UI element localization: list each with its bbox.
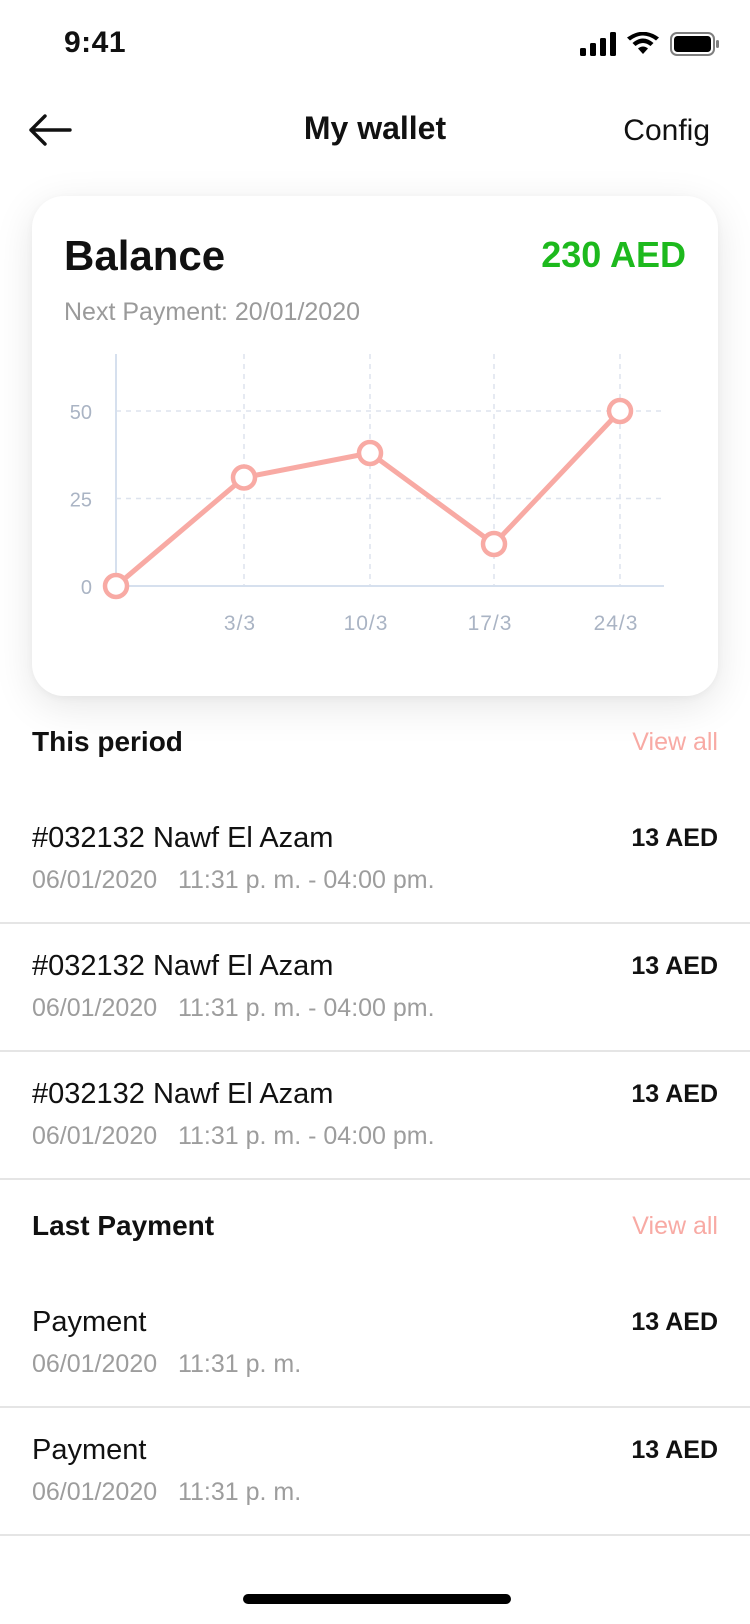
this-period-view-all-link[interactable]: View all [632, 728, 718, 757]
chart-y-tick-label: 0 [81, 577, 92, 599]
chart-data-point [230, 464, 258, 491]
balance-chart: 0 25 50 3/3 10/3 17/3 24/3 [70, 354, 664, 635]
transaction-row[interactable]: #032132 Nawf El Azam 06/01/2020 11:31 p.… [0, 1052, 750, 1180]
status-time: 9:41 [64, 26, 127, 59]
transaction-title: #032132 Nawf El Azam [32, 950, 334, 982]
chart-data-point [480, 530, 508, 558]
config-button[interactable]: Config [623, 114, 710, 148]
chart-y-tick-label: 50 [70, 402, 92, 424]
transaction-time: 06/01/2020 11:31 p. m. - 04:00 pm. [32, 866, 435, 894]
status-icons [580, 31, 720, 61]
this-period-title: This period [32, 726, 183, 757]
payment-amount: 13 AED [631, 1308, 718, 1336]
chart-x-tick-label: 17/3 [468, 612, 513, 635]
payment-title: Payment [32, 1434, 147, 1466]
battery-icon [670, 32, 720, 61]
wifi-icon [626, 31, 660, 61]
transaction-amount: 13 AED [631, 1080, 718, 1108]
cellular-signal-icon [580, 32, 616, 61]
chart-data-point [356, 439, 384, 467]
last-payment-header: Last Payment View all [32, 1210, 718, 1250]
transaction-title: #032132 Nawf El Azam [32, 822, 334, 854]
payment-time: 06/01/2020 11:31 p. m. [32, 1478, 302, 1506]
chart-x-tick-label: 24/3 [594, 612, 639, 635]
this-period-header: This period View all [32, 726, 718, 766]
last-payment-view-all-link[interactable]: View all [632, 1212, 718, 1241]
transaction-time: 06/01/2020 11:31 p. m. - 04:00 pm. [32, 1122, 435, 1150]
last-payment-title: Last Payment [32, 1210, 215, 1241]
transaction-title: #032132 Nawf El Azam [32, 1078, 334, 1110]
payment-amount: 13 AED [631, 1436, 718, 1464]
chart-data-point [606, 397, 634, 425]
payment-title: Payment [32, 1306, 147, 1338]
payment-row[interactable]: Payment 06/01/2020 11:31 p. m. 13 AED [0, 1280, 750, 1408]
chart-x-tick-label: 10/3 [344, 612, 389, 635]
chart-y-tick-label: 25 [70, 490, 92, 512]
nav-bar: My wallet Config [0, 92, 750, 172]
transaction-row[interactable]: #032132 Nawf El Azam 06/01/2020 11:31 p.… [0, 796, 750, 924]
status-bar: 9:41 [0, 0, 750, 92]
payment-time: 06/01/2020 11:31 p. m. [32, 1350, 302, 1378]
transaction-time: 06/01/2020 11:31 p. m. - 04:00 pm. [32, 994, 435, 1022]
transaction-row[interactable]: #032132 Nawf El Azam 06/01/2020 11:31 p.… [0, 924, 750, 1052]
chart-data-point [102, 572, 130, 600]
home-indicator [243, 1594, 511, 1604]
chart-x-tick-label: 3/3 [224, 612, 256, 635]
balance-card: Balance 230 AED Next Payment: 20/01/2020… [32, 196, 718, 696]
payment-row[interactable]: Payment 06/01/2020 11:31 p. m. 13 AED [0, 1408, 750, 1536]
transaction-amount: 13 AED [631, 952, 718, 980]
transaction-amount: 13 AED [631, 824, 718, 852]
